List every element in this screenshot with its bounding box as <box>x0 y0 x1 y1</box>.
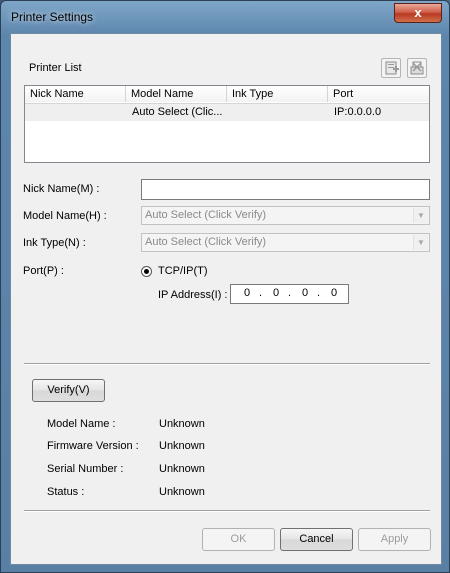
column-header-port[interactable]: Port <box>328 86 429 102</box>
ip-address-label: IP Address(I) : <box>158 289 228 301</box>
ok-button[interactable]: OK <box>202 528 275 551</box>
add-printer-button[interactable] <box>381 58 401 78</box>
ink-type-select[interactable]: Auto Select (Click Verify) ▼ <box>141 233 430 252</box>
close-icon: x <box>414 5 422 20</box>
ip-dot-1: . <box>259 287 263 299</box>
model-name-select[interactable]: Auto Select (Click Verify) ▼ <box>141 206 430 225</box>
delete-printer-icon <box>410 61 424 75</box>
printer-list-label: Printer List <box>29 62 82 74</box>
table-row[interactable]: Auto Select (Clic... IP:0.0.0.0 <box>25 104 429 121</box>
footer-divider <box>24 510 430 512</box>
window-title: Printer Settings <box>11 10 94 24</box>
verify-button[interactable]: Verify(V) <box>32 379 105 402</box>
port-label: Port(P) : <box>23 265 64 277</box>
nick-name-label: Nick Name(M) : <box>23 183 100 195</box>
table-header: Nick Name Model Name Ink Type Port <box>25 86 429 104</box>
info-label-firmware-version: Firmware Version : <box>47 440 139 452</box>
tcpip-radio-label[interactable]: TCP/IP(T) <box>158 265 208 277</box>
ink-type-label: Ink Type(N) : <box>23 237 86 249</box>
info-label-serial-number: Serial Number : <box>47 463 124 475</box>
dialog-client-area: Printer List Nick Name Model Name Ink Ty… <box>10 33 442 565</box>
model-name-label: Model Name(H) : <box>23 210 107 222</box>
chevron-down-icon: ▼ <box>413 208 428 223</box>
info-value-firmware-version: Unknown <box>159 440 205 452</box>
info-value-status: Unknown <box>159 486 205 498</box>
nick-name-field[interactable] <box>141 179 430 200</box>
info-value-serial-number: Unknown <box>159 463 205 475</box>
cell-model-name: Auto Select (Clic... <box>132 106 223 118</box>
divider <box>24 363 430 365</box>
column-header-ink-type[interactable]: Ink Type <box>227 86 328 102</box>
printer-settings-window: Printer Settings x Printer List Nick Nam… <box>0 0 450 573</box>
apply-button[interactable]: Apply <box>358 528 431 551</box>
cell-port: IP:0.0.0.0 <box>334 106 382 118</box>
ip-dot-3: . <box>317 287 321 299</box>
close-button[interactable]: x <box>394 3 442 23</box>
cell-ink-type <box>227 104 328 121</box>
model-name-select-value: Auto Select (Click Verify) <box>145 209 267 221</box>
column-header-nick-name[interactable]: Nick Name <box>25 86 126 102</box>
ip-octet-3[interactable]: 0 <box>302 287 308 299</box>
delete-printer-button[interactable] <box>407 58 427 78</box>
cell-nick-name <box>25 104 126 121</box>
radio-selected-dot <box>144 269 149 274</box>
info-value-model-name: Unknown <box>159 418 205 430</box>
ip-dot-2: . <box>288 287 292 299</box>
printer-list-table[interactable]: Nick Name Model Name Ink Type Port Auto … <box>24 85 430 163</box>
ip-octet-4[interactable]: 0 <box>331 287 337 299</box>
tcpip-radio[interactable] <box>141 266 152 277</box>
chevron-down-icon: ▼ <box>413 235 428 250</box>
ip-address-field[interactable]: 0 . 0 . 0 . 0 <box>230 284 349 304</box>
info-label-status: Status : <box>47 486 85 498</box>
ip-octet-2[interactable]: 0 <box>273 287 279 299</box>
column-header-model-name[interactable]: Model Name <box>126 86 227 102</box>
add-printer-icon <box>385 61 399 75</box>
ip-octet-1[interactable]: 0 <box>244 287 250 299</box>
ink-type-select-value: Auto Select (Click Verify) <box>145 236 267 248</box>
cancel-button[interactable]: Cancel <box>280 528 353 551</box>
info-label-model-name: Model Name : <box>47 418 116 430</box>
